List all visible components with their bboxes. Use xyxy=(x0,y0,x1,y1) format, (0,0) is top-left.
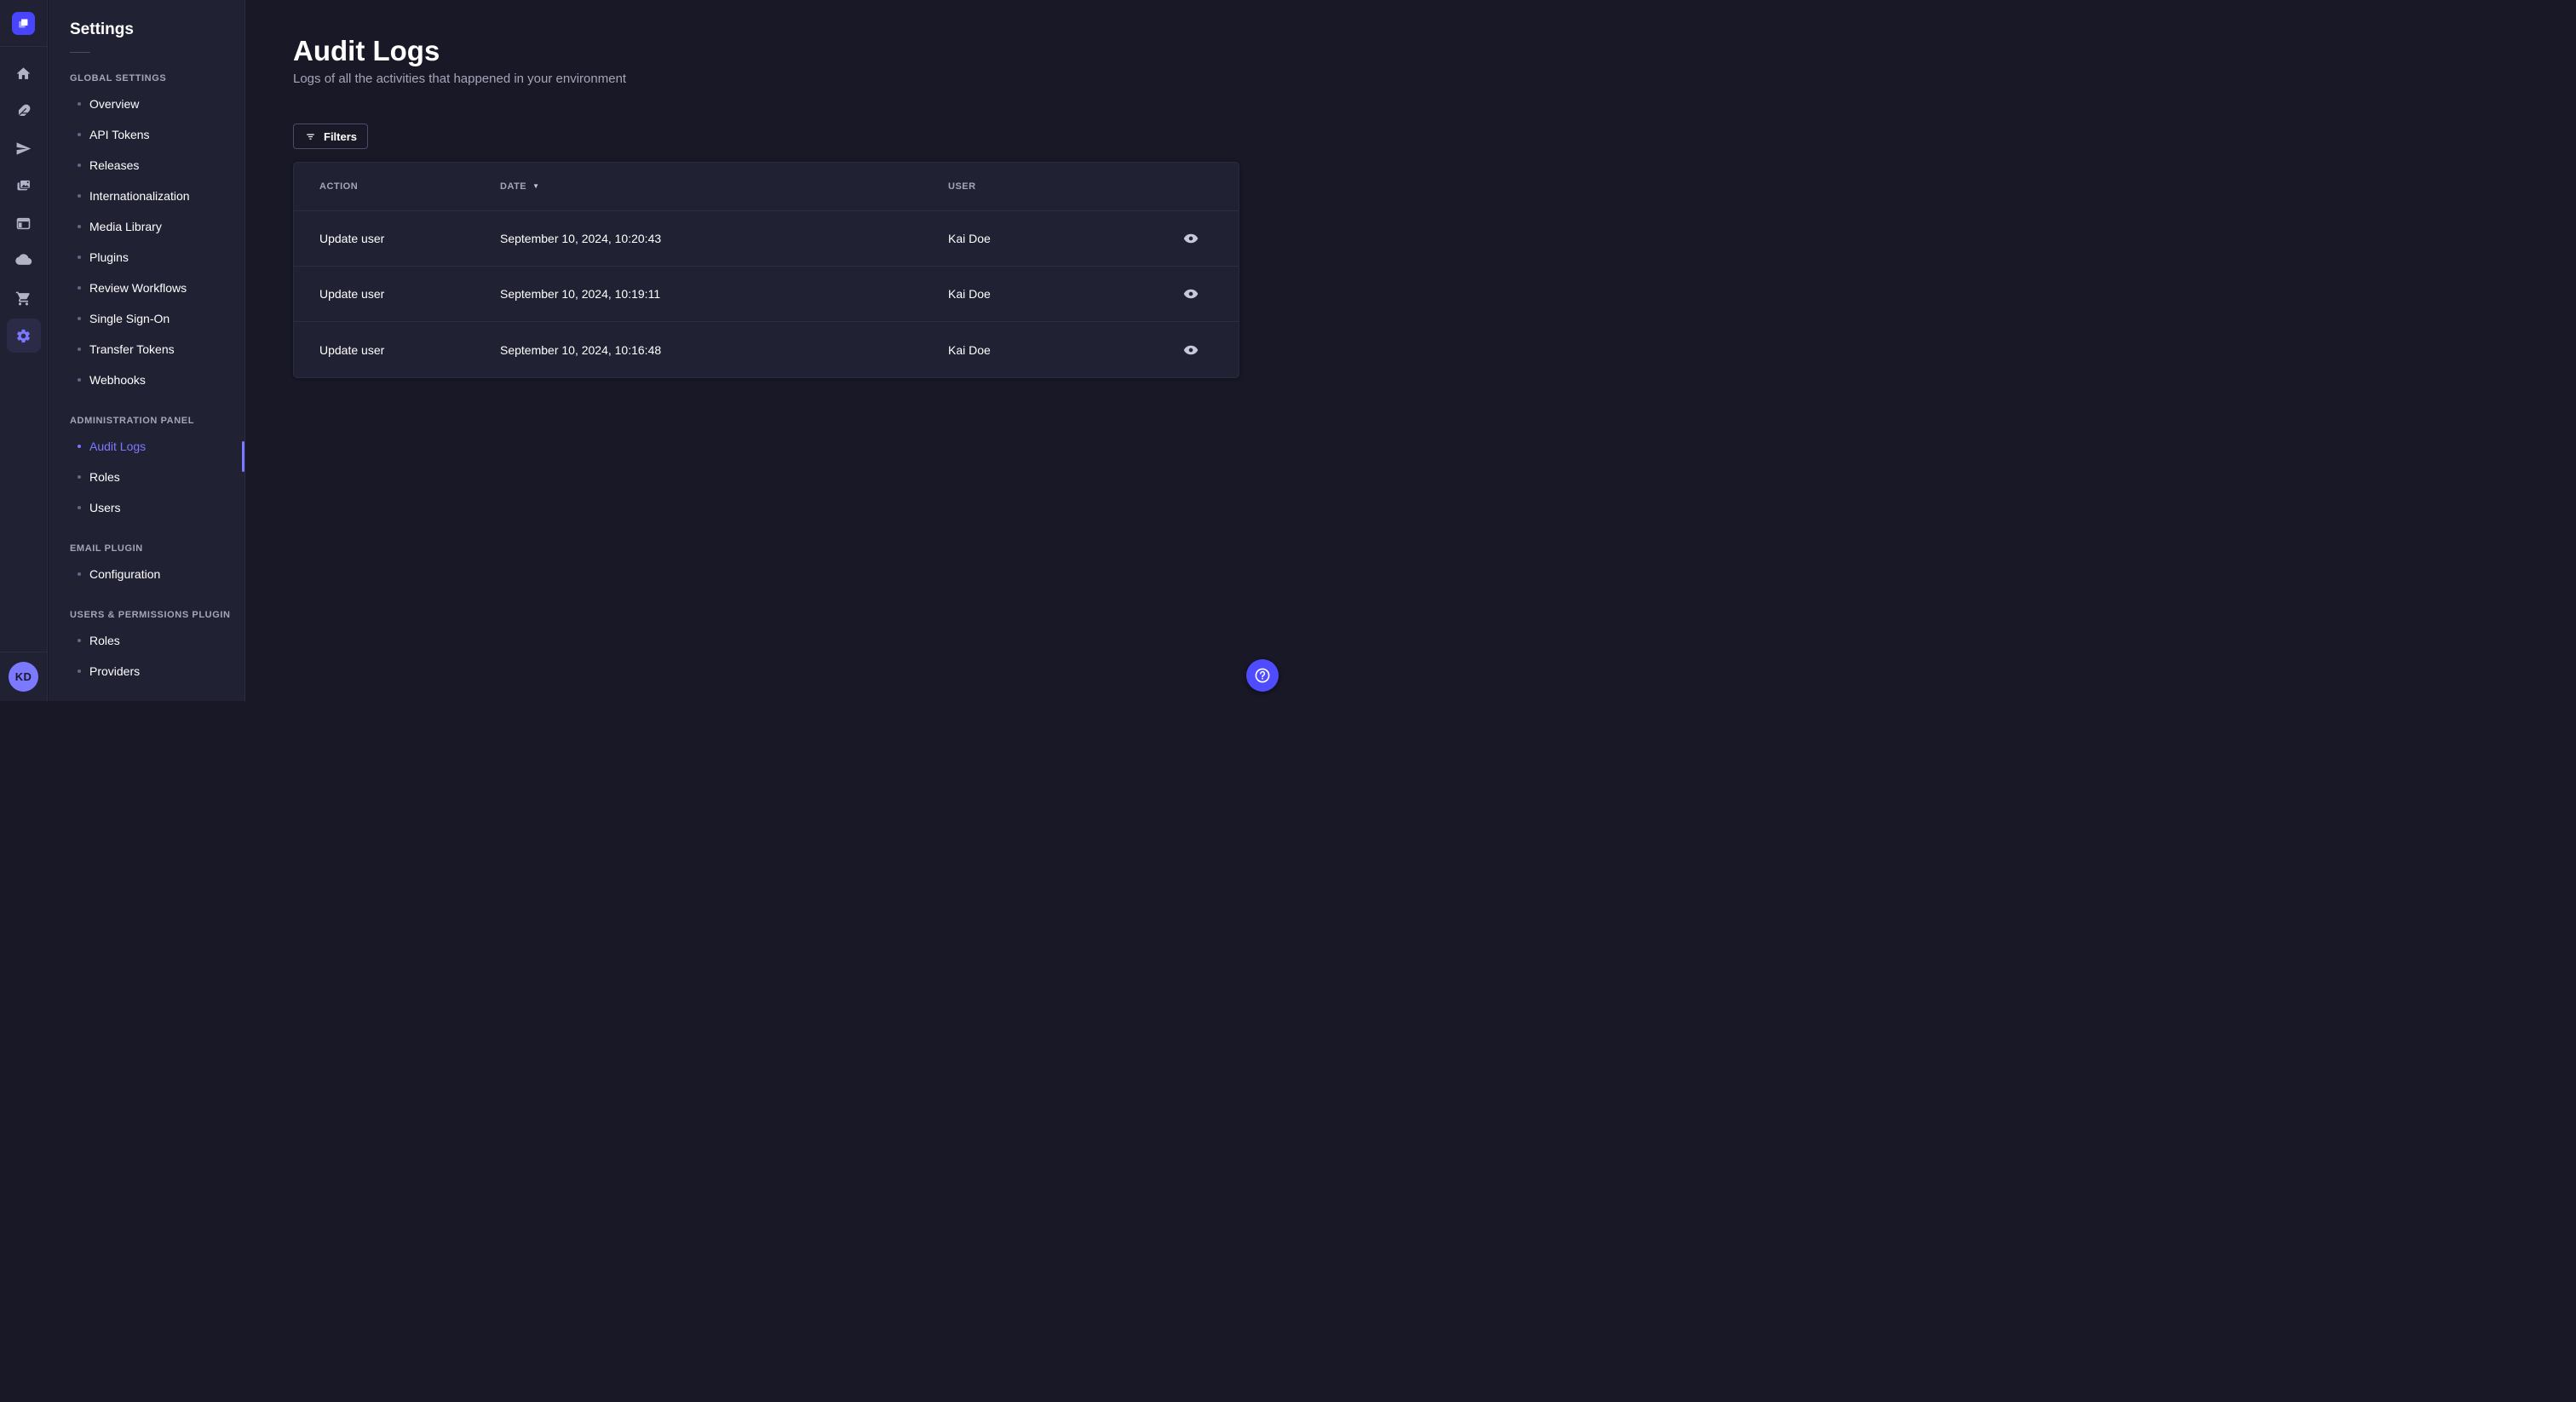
avatar[interactable]: KD xyxy=(9,662,38,692)
column-header-date-label: DATE xyxy=(500,181,527,192)
feather-icon[interactable] xyxy=(7,92,41,129)
home-icon[interactable] xyxy=(7,55,41,92)
filters-button[interactable]: Filters xyxy=(293,124,369,149)
eye-icon xyxy=(1183,345,1199,354)
view-details-button[interactable] xyxy=(1181,284,1201,304)
nav-list-global-settings: Overview API Tokens Releases Internation… xyxy=(49,89,244,395)
sidebar-item-up-roles[interactable]: Roles xyxy=(49,625,244,656)
cell-action: Update user xyxy=(319,287,385,301)
sidebar-item-providers[interactable]: Providers xyxy=(49,656,244,687)
sidebar-item-internationalization[interactable]: Internationalization xyxy=(49,181,244,211)
view-details-button[interactable] xyxy=(1181,340,1201,360)
divider xyxy=(70,52,90,53)
question-mark-icon xyxy=(1255,668,1270,683)
cell-action: Update user xyxy=(319,342,385,357)
sidebar-item-configuration[interactable]: Configuration xyxy=(49,559,244,589)
sidebar-item-transfer-tokens[interactable]: Transfer Tokens xyxy=(49,334,244,365)
section-label-administration-panel: ADMINISTRATION PANEL xyxy=(70,416,195,426)
nav-list-administration-panel: Audit Logs Roles Users xyxy=(49,431,244,523)
column-header-date-sort[interactable]: DATE ▼ xyxy=(500,181,948,192)
filters-button-label: Filters xyxy=(324,129,358,143)
sidebar-item-single-sign-on[interactable]: Single Sign-On xyxy=(49,303,244,334)
page-title: Audit Logs xyxy=(293,35,440,66)
strapi-logo-glyph xyxy=(19,19,28,27)
page-subtitle: Logs of all the activities that happened… xyxy=(293,72,627,86)
help-button[interactable] xyxy=(1246,659,1279,692)
cell-date: September 10, 2024, 10:19:11 xyxy=(500,287,661,301)
cell-user: Kai Doe xyxy=(948,232,991,245)
strapi-logo-icon[interactable] xyxy=(12,11,35,35)
gear-icon[interactable] xyxy=(6,319,41,353)
cell-date: September 10, 2024, 10:20:43 xyxy=(500,232,662,245)
section-label-email-plugin: EMAIL PLUGIN xyxy=(70,543,143,554)
cloud-icon[interactable] xyxy=(7,242,41,279)
sidebar-item-media-library[interactable]: Media Library xyxy=(49,211,244,242)
sidebar-item-review-workflows[interactable]: Review Workflows xyxy=(49,273,244,303)
column-header-action: ACTION xyxy=(319,181,359,192)
main-content: Audit Logs Logs of all the activities th… xyxy=(246,0,1288,701)
sidebar-item-users[interactable]: Users xyxy=(49,492,244,523)
table-row[interactable]: Update user September 10, 2024, 10:19:11… xyxy=(294,267,1239,322)
active-item-indicator xyxy=(242,441,244,472)
sidebar-item-api-tokens[interactable]: API Tokens xyxy=(49,119,244,150)
view-details-button[interactable] xyxy=(1181,228,1201,249)
settings-sidebar: Settings GLOBAL SETTINGS Overview API To… xyxy=(49,0,245,701)
rail-items xyxy=(6,47,41,354)
sidebar-title: Settings xyxy=(70,20,134,38)
table-row[interactable]: Update user September 10, 2024, 10:20:43… xyxy=(294,211,1239,267)
icon-rail: KD xyxy=(0,0,48,701)
filter-icon xyxy=(307,133,314,140)
sidebar-item-audit-logs[interactable]: Audit Logs xyxy=(49,431,244,462)
sort-desc-icon: ▼ xyxy=(532,182,540,190)
sidebar-item-webhooks[interactable]: Webhooks xyxy=(49,365,244,395)
nav-list-users-permissions-plugin: Roles Providers xyxy=(49,625,244,687)
audit-logs-table: ACTION DATE ▼ USER Update user September… xyxy=(293,162,1239,378)
section-label-global-settings: GLOBAL SETTINGS xyxy=(70,73,167,83)
cell-user: Kai Doe xyxy=(948,287,991,301)
cell-date: September 10, 2024, 10:16:48 xyxy=(500,342,662,357)
paper-plane-icon[interactable] xyxy=(7,129,41,167)
logo-container xyxy=(0,0,48,47)
cell-user: Kai Doe xyxy=(948,342,991,357)
table-row[interactable]: Update user September 10, 2024, 10:16:48… xyxy=(294,322,1239,377)
sidebar-item-overview[interactable]: Overview xyxy=(49,89,244,119)
nav-list-email-plugin: Configuration xyxy=(49,559,244,589)
column-header-user: USER xyxy=(948,181,976,192)
layout-panel-icon[interactable] xyxy=(7,204,41,242)
rail-bottom: KD xyxy=(0,652,48,701)
section-label-users-permissions-plugin: USERS & PERMISSIONS PLUGIN xyxy=(70,610,231,620)
cell-action: Update user xyxy=(319,232,385,245)
table-header-row: ACTION DATE ▼ USER xyxy=(294,163,1239,211)
sidebar-item-plugins[interactable]: Plugins xyxy=(49,242,244,273)
cart-icon[interactable] xyxy=(7,279,41,317)
sidebar-item-admin-roles[interactable]: Roles xyxy=(49,462,244,492)
eye-icon xyxy=(1183,289,1199,299)
images-icon[interactable] xyxy=(7,167,41,204)
sidebar-item-releases[interactable]: Releases xyxy=(49,150,244,181)
eye-icon xyxy=(1183,233,1199,244)
